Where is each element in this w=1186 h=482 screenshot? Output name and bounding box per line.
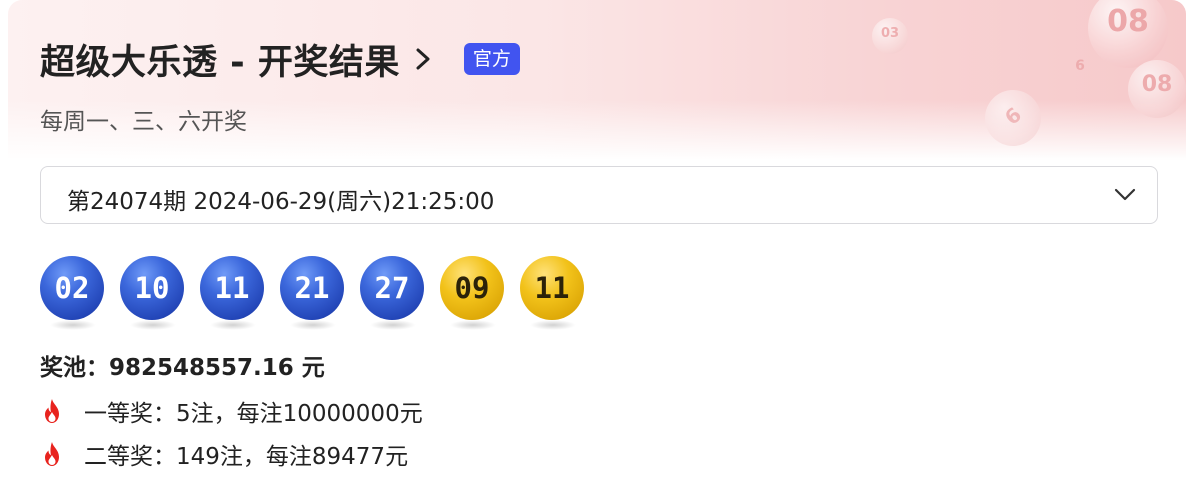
- prize-pool-amount: 982548557.16: [109, 355, 294, 381]
- second-prize-text: 二等奖：149注，每注89477元: [84, 444, 409, 470]
- draw-schedule: 每周一、三、六开奖: [40, 109, 247, 135]
- official-badge: 官方: [463, 43, 520, 75]
- first-prize: 一等奖：5注，每注10000000元: [40, 394, 423, 428]
- back-ball: 09: [440, 256, 504, 320]
- lottery-result-card: 08 08 6 03 6 超级大乐透 - 开奖结果 官方 每周一、三、六开奖 第…: [0, 0, 1186, 482]
- back-ball: 11: [520, 256, 584, 320]
- second-prize: 二等奖：149注，每注89477元: [40, 437, 408, 471]
- draw-period-select[interactable]: 第24074期 2024-06-29(周六)21:25:00: [40, 166, 1158, 224]
- chevron-right-icon[interactable]: [412, 44, 434, 74]
- title-row[interactable]: 超级大乐透 - 开奖结果 官方: [40, 34, 520, 85]
- page-title[interactable]: 超级大乐透 - 开奖结果: [40, 34, 400, 85]
- front-ball: 21: [280, 256, 344, 320]
- decorative-ball: 6: [985, 90, 1041, 146]
- first-prize-text: 一等奖：5注，每注10000000元: [84, 401, 423, 427]
- prize-pool-label: 奖池：: [40, 355, 109, 381]
- chevron-down-icon[interactable]: [1113, 187, 1137, 203]
- prize-pool: 奖池：982548557.16 元: [40, 348, 325, 382]
- fire-icon: [45, 399, 59, 423]
- front-ball: 10: [120, 256, 184, 320]
- winning-numbers: 02 10 11 21 27 09 11: [40, 256, 600, 334]
- decorative-ball: 03: [872, 18, 908, 54]
- front-ball: 11: [200, 256, 264, 320]
- decorative-ball: 08: [1128, 60, 1186, 118]
- front-ball: 02: [40, 256, 104, 320]
- front-ball: 27: [360, 256, 424, 320]
- selected-draw: 第24074期 2024-06-29(周六)21:25:00: [67, 189, 495, 215]
- prize-pool-unit: 元: [293, 355, 325, 381]
- fire-icon: [45, 442, 59, 466]
- decorative-ball: 6: [1075, 58, 1085, 74]
